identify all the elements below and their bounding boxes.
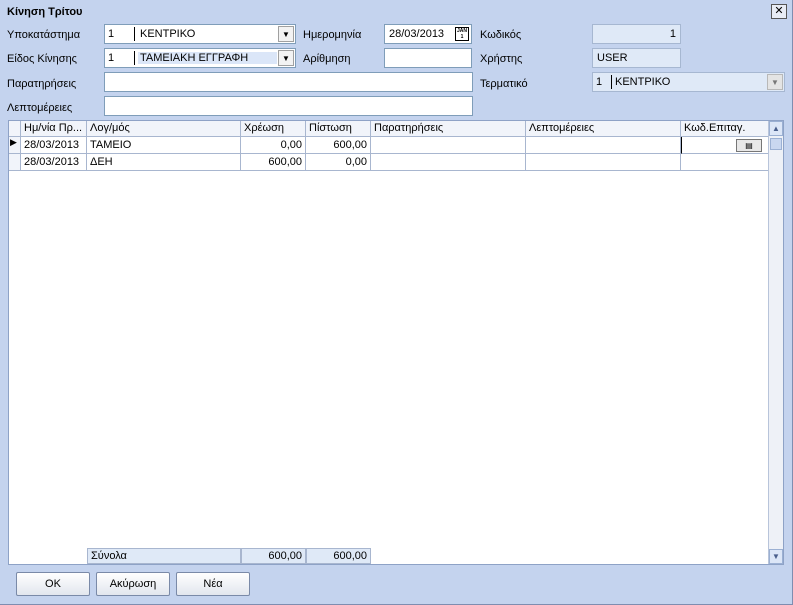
number-label: Αρίθμηση (303, 53, 351, 65)
table-row-cell-notes[interactable] (371, 137, 526, 154)
new-button[interactable]: Νέα (176, 572, 250, 596)
table-row-cell-details[interactable] (526, 137, 681, 154)
branch-separator (134, 27, 135, 41)
column-header-details[interactable]: Λεπτομέρειες (526, 121, 681, 137)
details-field[interactable] (104, 96, 473, 116)
scroll-up-icon[interactable]: ▲ (769, 121, 783, 136)
totals-label: Σύνολα (87, 548, 241, 564)
chevron-down-icon[interactable]: ▼ (278, 26, 294, 42)
notes-field[interactable] (104, 72, 473, 92)
table-row-cell-check-code[interactable] (681, 154, 769, 171)
terminal-combo[interactable]: 1 ΚΕΝΤΡΙΚΟ ▼ (592, 72, 785, 92)
grid-body: Ημ/νία Πρ... Λογ/μός Χρέωση Πίστωση Παρα… (9, 121, 769, 564)
table-row-cell-account[interactable]: ΤΑΜΕΙΟ (87, 137, 241, 154)
current-row-indicator: ▶ (9, 137, 21, 154)
calendar-day: 1 (460, 34, 464, 40)
totals-credit: 600,00 (306, 548, 371, 564)
scroll-down-icon[interactable]: ▼ (769, 549, 783, 564)
details-label: Λεπτομέρειες (7, 102, 73, 114)
date-field[interactable]: 28/03/2013 JAN 1 (384, 24, 472, 44)
cancel-button[interactable]: Ακύρωση (96, 572, 170, 596)
column-header-credit[interactable]: Πίστωση (306, 121, 371, 137)
column-header-notes[interactable]: Παρατηρήσεις (371, 121, 526, 137)
chevron-down-icon[interactable]: ▼ (278, 50, 294, 66)
branch-label: Υποκατάστημα (7, 29, 81, 41)
totals-debit: 600,00 (241, 548, 306, 564)
table-row-cell-date[interactable]: 28/03/2013 (21, 137, 87, 154)
column-header-debit[interactable]: Χρέωση (241, 121, 306, 137)
table-row-cell-credit[interactable]: 0,00 (306, 154, 371, 171)
entries-grid[interactable]: Ημ/νία Πρ... Λογ/μός Χρέωση Πίστωση Παρα… (8, 120, 784, 565)
vertical-scrollbar[interactable]: ▲ ▼ (768, 121, 783, 564)
window-title: Κίνηση Τρίτου (7, 6, 83, 18)
column-header-check-code[interactable]: Κωδ.Επιταγ. (681, 121, 769, 137)
table-row-cell-account[interactable]: ΔΕΗ (87, 154, 241, 171)
user-field[interactable]: USER (592, 48, 681, 68)
table-row-cell-date[interactable]: 28/03/2013 (21, 154, 87, 171)
check-picker-icon[interactable]: ▤ (736, 139, 762, 152)
code-label: Κωδικός (480, 29, 522, 41)
movement-type-text: ΤΑΜΕΙΑΚΗ ΕΓΓΡΑΦΗ (138, 52, 277, 64)
column-header-date[interactable]: Ημ/νία Πρ... (21, 121, 87, 137)
branch-combo[interactable]: 1 ΚΕΝΤΡΙΚΟ ▼ (104, 24, 296, 44)
dialog-window: Κίνηση Τρίτου ✕ Υποκατάστημα 1 ΚΕΝΤΡΙΚΟ … (0, 0, 793, 605)
user-label: Χρήστης (480, 53, 523, 65)
branch-code: 1 (108, 28, 115, 40)
row-indicator (9, 154, 21, 171)
notes-label: Παρατηρήσεις (7, 78, 77, 90)
calendar-icon[interactable]: JAN 1 (455, 27, 469, 41)
table-row-cell-credit[interactable]: 600,00 (306, 137, 371, 154)
code-field[interactable]: 1 (592, 24, 681, 44)
scroll-thumb[interactable] (770, 138, 782, 150)
terminal-label: Τερματικό (480, 78, 528, 90)
table-row-cell-details[interactable] (526, 154, 681, 171)
table-row-cell-notes[interactable] (371, 154, 526, 171)
chevron-down-icon[interactable]: ▼ (767, 74, 783, 90)
movement-type-label: Είδος Κίνησης (7, 53, 77, 65)
header-corner (9, 121, 21, 137)
date-label: Ημερομηνία (303, 29, 362, 41)
terminal-text: ΚΕΝΤΡΙΚΟ (615, 76, 671, 88)
movement-type-combo[interactable]: 1 ΤΑΜΕΙΑΚΗ ΕΓΓΡΑΦΗ ▼ (104, 48, 296, 68)
ok-button[interactable]: OK (16, 572, 90, 596)
date-value: 28/03/2013 (389, 28, 445, 40)
branch-text: ΚΕΝΤΡΙΚΟ (140, 28, 196, 40)
movement-type-code: 1 (108, 52, 115, 64)
close-button[interactable]: ✕ (771, 4, 787, 19)
terminal-code: 1 (596, 76, 603, 88)
terminal-separator (611, 75, 612, 89)
table-row-cell-debit[interactable]: 600,00 (241, 154, 306, 171)
table-row-cell-debit[interactable]: 0,00 (241, 137, 306, 154)
number-field[interactable] (384, 48, 472, 68)
movement-type-separator (134, 51, 135, 65)
column-header-account[interactable]: Λογ/μός (87, 121, 241, 137)
